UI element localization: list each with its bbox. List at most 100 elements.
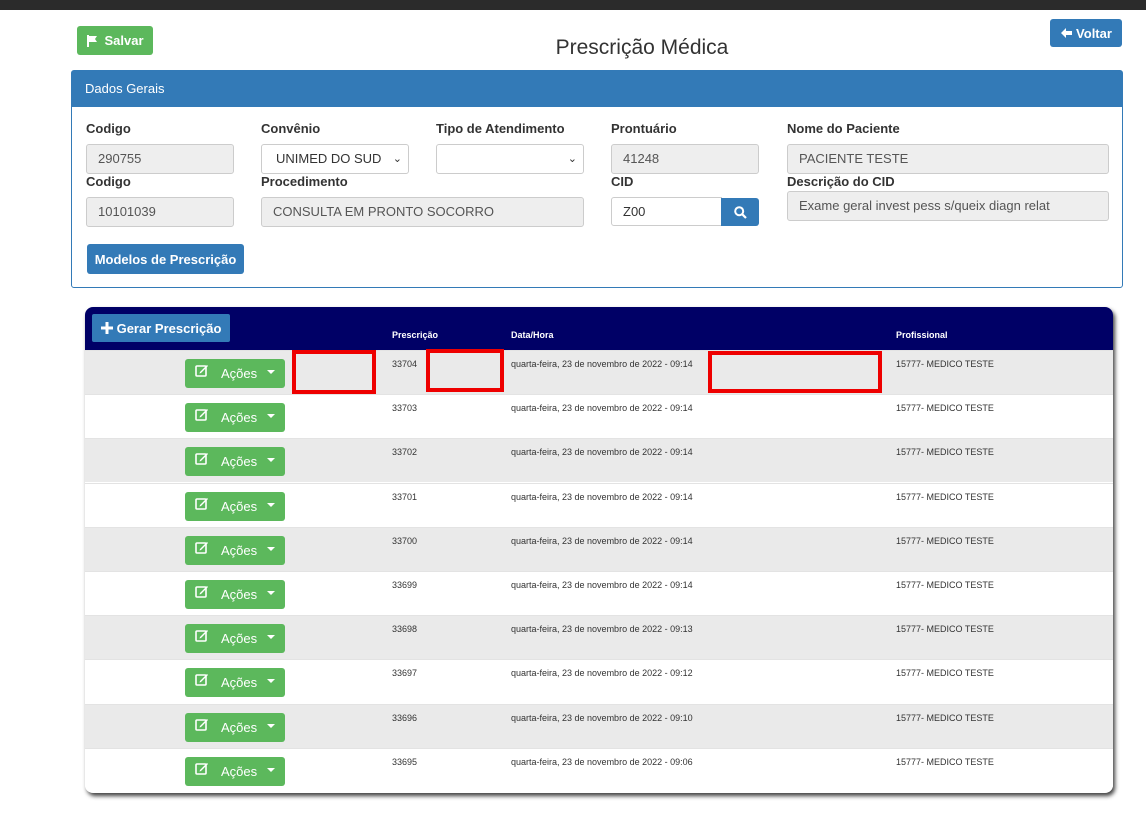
cell-prescricao: 33703 (392, 403, 418, 414)
paciente-field[interactable]: PACIENTE TESTE (787, 144, 1109, 174)
edit-icon (195, 365, 208, 377)
chevron-down-icon: ⌄ (567, 153, 577, 165)
table-row: Ações 33702 quarta-feira, 23 de novembro d… (85, 438, 1113, 483)
table-row: Ações 33696 quarta-feira, 23 de novembro d… (85, 703, 1113, 748)
descricao-cid-field[interactable]: Exame geral invest pess s/queix diagn re… (787, 191, 1109, 221)
caret-down-icon (267, 635, 275, 640)
actions-label: Ações (221, 631, 258, 647)
back-button[interactable]: Voltar (1050, 19, 1122, 47)
cid-search-button[interactable] (721, 198, 759, 226)
cell-profissional: 15777- MEDICO TESTE (896, 359, 994, 369)
prontuario-field[interactable]: 41248 (611, 144, 759, 174)
prescriptions-grid: Gerar Prescrição Prescrição Data/Hora Pr… (85, 307, 1113, 793)
caret-down-icon (267, 414, 275, 419)
actions-label: Ações (221, 719, 258, 735)
edit-icon (195, 762, 208, 775)
tipo-atendimento-select[interactable]: ⌄ (436, 144, 584, 174)
generate-prescription-button[interactable]: Gerar Prescrição (92, 314, 230, 342)
edit-icon (195, 718, 208, 731)
codigo-procedimento-label: Codigo (86, 174, 131, 189)
table-row: Ações 33700 quarta-feira, 23 de novembro d… (85, 526, 1113, 571)
caret-down-icon (267, 370, 275, 374)
cell-prescricao: 33704 (392, 359, 418, 369)
column-header-datahora[interactable]: Data/Hora (511, 330, 554, 340)
cell-prescricao: 33700 (392, 535, 418, 546)
actions-label: Ações (221, 410, 258, 426)
cell-datahora: quarta-feira, 23 de novembro de 2022 - 0… (511, 491, 693, 502)
actions-label: Ações (221, 366, 258, 381)
actions-button[interactable]: Ações (185, 535, 285, 565)
cell-datahora: quarta-feira, 23 de novembro de 2022 - 0… (511, 447, 693, 458)
actions-button[interactable]: Ações (185, 447, 285, 477)
table-row: Ações 33698 quarta-feira, 23 de novembro d… (85, 615, 1113, 660)
column-header-profissional[interactable]: Profissional (896, 330, 948, 340)
actions-button[interactable]: Ações (185, 756, 285, 786)
descricao-cid-label: Descrição do CID (787, 174, 895, 189)
table-row: Ações 33701 quarta-feira, 23 de novembro d… (85, 482, 1113, 527)
caret-down-icon (267, 679, 275, 684)
actions-button[interactable]: Ações (185, 624, 285, 654)
arrow-left-icon (1061, 28, 1073, 38)
actions-button[interactable]: Ações (185, 580, 285, 609)
caret-down-icon (267, 591, 275, 595)
cell-profissional: 15777- MEDICO TESTE (896, 712, 994, 723)
cell-profissional: 15777- MEDICO TESTE (896, 624, 994, 635)
caret-down-icon (267, 546, 275, 551)
cell-profissional: 15777- MEDICO TESTE (896, 756, 994, 767)
annotation-box (426, 349, 504, 392)
cell-prescricao: 33698 (392, 624, 418, 635)
convenio-label: Convênio (261, 121, 321, 136)
codigo-procedimento-field[interactable]: 10101039 (86, 197, 234, 227)
generate-prescription-label: Gerar Prescrição (116, 320, 222, 336)
actions-label: Ações (221, 587, 258, 602)
edit-icon (195, 586, 208, 598)
cell-prescricao: 33697 (392, 668, 418, 679)
cell-datahora: quarta-feira, 23 de novembro de 2022 - 0… (511, 668, 693, 679)
convenio-select-value: UNIMED DO SUD (276, 151, 382, 166)
models-button[interactable]: Modelos de Prescrição (87, 244, 244, 274)
panel-title: Dados Gerais (72, 71, 1122, 107)
edit-icon (195, 497, 208, 510)
cell-profissional: 15777- MEDICO TESTE (896, 403, 994, 414)
convenio-select[interactable]: UNIMED DO SUD ⌄ (261, 144, 409, 174)
cell-prescricao: 33696 (392, 712, 418, 723)
codigo-label: Codigo (86, 121, 131, 136)
actions-button[interactable]: Ações (185, 491, 285, 521)
cell-datahora: quarta-feira, 23 de novembro de 2022 - 0… (511, 535, 693, 546)
edit-icon (195, 453, 208, 466)
procedimento-label: Procedimento (261, 174, 348, 189)
annotation-box (292, 350, 376, 394)
table-row: Ações 33703 quarta-feira, 23 de novembro d… (85, 394, 1113, 439)
cell-datahora: quarta-feira, 23 de novembro de 2022 - 0… (511, 712, 693, 723)
chevron-down-icon: ⌄ (392, 153, 402, 165)
cid-label: CID (611, 174, 634, 189)
prontuario-label: Prontuário (611, 121, 677, 136)
search-icon (733, 205, 747, 219)
cell-prescricao: 33701 (392, 491, 418, 502)
actions-label: Ações (221, 675, 258, 691)
edit-icon (195, 409, 208, 421)
actions-label: Ações (221, 542, 258, 558)
cell-datahora: quarta-feira, 23 de novembro de 2022 - 0… (511, 403, 693, 414)
codigo-field[interactable]: 290755 (86, 144, 234, 174)
actions-button[interactable]: Ações (185, 359, 285, 388)
plus-icon (100, 322, 113, 334)
cell-profissional: 15777- MEDICO TESTE (896, 535, 994, 546)
cell-profissional: 15777- MEDICO TESTE (896, 668, 994, 679)
top-bar (0, 0, 1146, 10)
annotation-box (708, 351, 882, 393)
cell-profissional: 15777- MEDICO TESTE (896, 491, 994, 502)
actions-label: Ações (221, 454, 258, 470)
procedimento-field[interactable]: CONSULTA EM PRONTO SOCORRO (261, 197, 584, 227)
actions-label: Ações (221, 498, 258, 514)
table-row: Ações 33695 quarta-feira, 23 de novembro d… (85, 747, 1113, 792)
column-header-prescricao[interactable]: Prescrição (392, 330, 438, 340)
edit-icon (195, 541, 208, 554)
actions-button[interactable]: Ações (185, 712, 285, 742)
actions-button[interactable]: Ações (185, 403, 285, 433)
cid-input[interactable]: Z00 (611, 197, 722, 226)
edit-icon (195, 674, 208, 687)
actions-button[interactable]: Ações (185, 668, 285, 698)
table-row: Ações 33704 quarta-feira, 23 de novembro d… (85, 350, 1113, 394)
cell-prescricao: 33702 (392, 447, 418, 458)
